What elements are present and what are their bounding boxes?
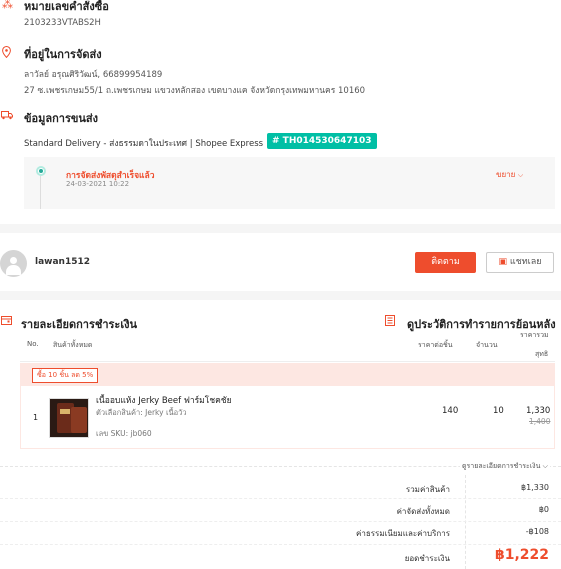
promo-band: ซื้อ 10 ชิ้น ลด 5%: [20, 363, 555, 386]
seller-section: lawan1512 ติดตาม ▣ แชทเลย: [0, 233, 561, 291]
tracking-number-badge[interactable]: # TH014530647103: [267, 133, 377, 149]
address-line: 27 ซ.เพชรเกษม55/1 ถ.เพชรเกษม แขวงหลักสอง…: [24, 86, 366, 96]
chat-icon: ▣: [498, 257, 507, 267]
wallet-icon: [1, 316, 12, 325]
summary-divider: [465, 475, 466, 569]
subtotal-label: รวมค่าสินค้า: [405, 485, 450, 494]
header-product: สินค้าทั้งหมด: [53, 341, 93, 349]
item-qty: 10: [493, 406, 504, 416]
service-fee-label: ค่าธรรมเนียมและค่าบริการ: [356, 529, 450, 538]
tracking-status-box: การจัดส่งพัสดุสำเร็จแล้ว 24-03-2021 10:2…: [24, 157, 555, 209]
product-variant: ตัวเลือกสินค้า: Jerky เนื้อวัว: [96, 408, 187, 417]
payment-summary: รวมค่าสินค้า ฿1,330 ค่าจัดส่งทั้งหมด ฿0 …: [0, 475, 561, 569]
chevron-down-icon: ⌵: [542, 462, 548, 470]
location-pin-icon: [2, 46, 11, 58]
expand-label: ขยาย: [496, 170, 516, 179]
address-title: ที่อยู่ในการจัดส่ง: [24, 48, 102, 61]
section-divider: [0, 224, 561, 233]
item-original-price: 1,400: [529, 417, 551, 426]
service-fee-value: -฿108: [525, 527, 549, 536]
avatar[interactable]: [0, 250, 27, 277]
section-divider-2: [0, 291, 561, 300]
payment-breakdown-link[interactable]: ดูรายละเอียดการชำระเงิน ⌵: [460, 461, 550, 472]
summary-row-line-1: [0, 498, 561, 499]
total-value: ฿1,222: [494, 547, 549, 563]
summary-row-line-2: [0, 521, 561, 522]
promo-badge: ซื้อ 10 ชิ้น ลด 5%: [32, 368, 99, 383]
recipient-name-phone: ลาวัลย์ อรุณศิริวัฒน์, 66899954189: [24, 70, 163, 80]
follow-button[interactable]: ติดตาม: [415, 252, 476, 273]
summary-row-line-3: [0, 544, 561, 545]
shipping-fee-value: ฿0: [538, 505, 549, 514]
breakdown-label: ดูรายละเอียดการชำระเงิน: [462, 462, 541, 470]
item-net: 1,330: [526, 406, 551, 416]
chevron-down-icon: ⌵: [517, 171, 524, 179]
shipping-method: Standard Delivery - ส่งธรรมดาในประเทศ | …: [24, 139, 264, 149]
header-unit-price: ราคาต่อชิ้น: [418, 341, 453, 349]
order-number: 2103233VTABS2H: [24, 18, 101, 28]
header-net-line2: สุทธิ: [535, 350, 549, 358]
header-no: No.: [27, 340, 39, 348]
items-table-header: No. สินค้าทั้งหมด ราคาต่อชิ้น จำนวน ราคา…: [20, 330, 555, 362]
order-number-title: หมายเลขคำสั่งซื้อ: [24, 0, 109, 13]
header-net-line1: ราคารวม: [520, 331, 549, 339]
receipt-icon: ⁂: [2, 0, 13, 11]
history-icon: [385, 315, 395, 326]
shipping-title: ข้อมูลการขนส่ง: [24, 112, 98, 125]
product-name[interactable]: เนื้ออบแห้ง Jerky Beef ฟาร์มโชคชัย: [96, 393, 232, 407]
timeline-dot: [36, 166, 46, 176]
expand-link[interactable]: ขยาย ⌵: [496, 168, 523, 181]
truck-icon: [1, 111, 13, 120]
shipping-fee-label: ค่าจัดส่งทั้งหมด: [396, 507, 450, 516]
seller-username[interactable]: lawan1512: [35, 257, 90, 267]
product-sku: เลข SKU: jb060: [96, 429, 152, 438]
subtotal-value: ฿1,330: [521, 483, 549, 492]
chat-label: แชทเลย: [509, 257, 542, 267]
item-unit-price: 140: [442, 406, 459, 416]
product-thumbnail[interactable]: [49, 398, 89, 438]
delivery-status-time: 24-03-2021 10:22: [66, 180, 130, 188]
header-qty: จำนวน: [476, 341, 498, 349]
table-row[interactable]: 1 เนื้ออบแห้ง Jerky Beef ฟาร์มโชคชัย ตัว…: [20, 386, 555, 449]
item-no: 1: [33, 413, 39, 422]
chat-button[interactable]: ▣ แชทเลย: [486, 252, 554, 273]
total-label: ยอดชำระเงิน: [404, 554, 450, 563]
